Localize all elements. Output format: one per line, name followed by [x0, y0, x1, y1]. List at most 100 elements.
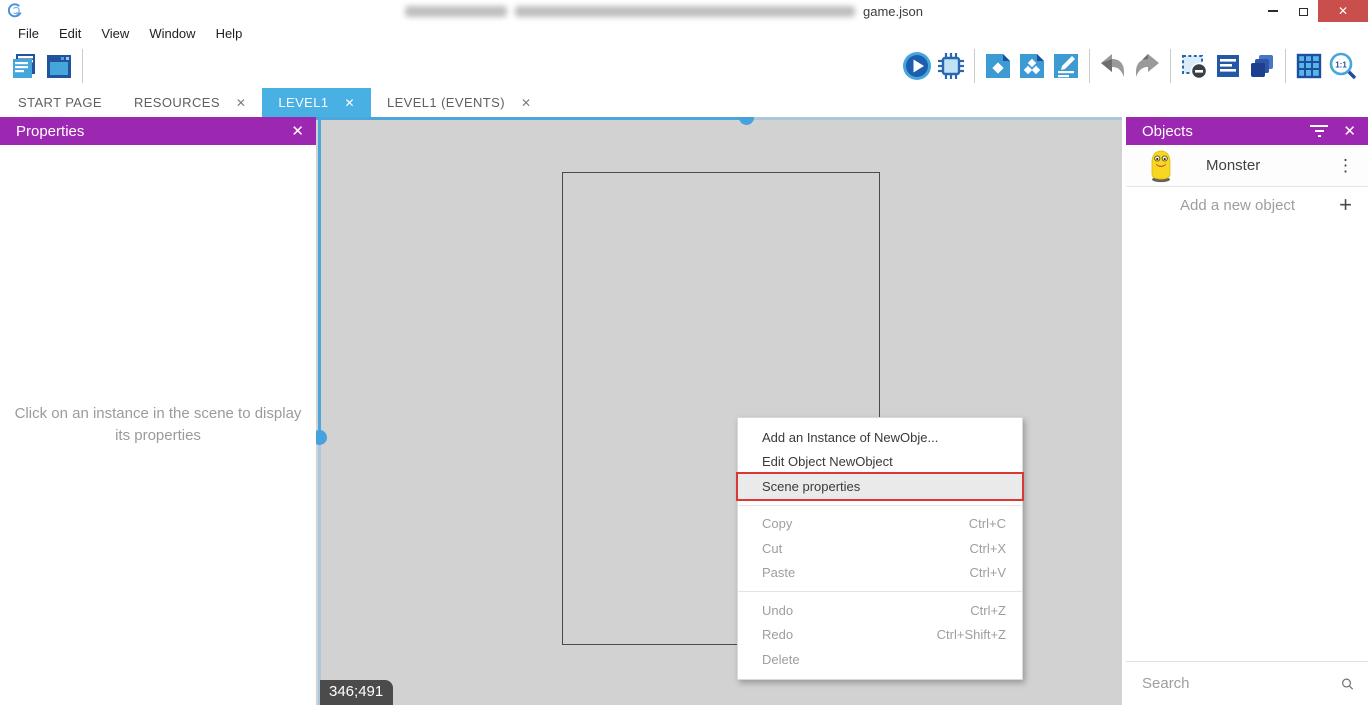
project-manager-button[interactable]: [8, 49, 42, 83]
objects-list-icon: [1213, 51, 1243, 81]
objects-panel-header: Objects ✕: [1126, 117, 1368, 145]
context-menu-separator: [738, 591, 1022, 592]
toolbar-separator: [1285, 49, 1286, 83]
project-manager-icon: [10, 51, 40, 81]
tab-resources[interactable]: RESOURCES ✕: [118, 88, 262, 117]
menu-bar: File Edit View Window Help: [0, 22, 1368, 44]
tab-close-icon[interactable]: ✕: [236, 96, 246, 110]
menu-window[interactable]: Window: [139, 26, 205, 41]
search-input[interactable]: [1142, 675, 1341, 692]
add-object-page-icon: [1017, 51, 1047, 81]
context-menu-delete[interactable]: Delete: [738, 647, 1022, 672]
context-menu-cut[interactable]: Cut Ctrl+X: [738, 536, 1022, 561]
grid-icon: [1294, 51, 1324, 81]
objects-panel: Objects ✕ Monster ⋮ Add a new object +: [1126, 117, 1368, 705]
filter-icon[interactable]: [1309, 125, 1329, 137]
restore-button[interactable]: [1288, 0, 1318, 22]
objects-search-bar: [1126, 661, 1368, 705]
context-menu-scene-properties[interactable]: Scene properties: [738, 474, 1022, 499]
search-icon[interactable]: [1341, 674, 1354, 694]
export-page-icon: [983, 51, 1013, 81]
properties-empty-message: Click on an instance in the scene to dis…: [13, 403, 303, 447]
context-menu-redo[interactable]: Redo Ctrl+Shift+Z: [738, 623, 1022, 648]
redo-icon: [1132, 51, 1162, 81]
play-button[interactable]: [900, 49, 934, 83]
object-name: Monster: [1206, 157, 1337, 174]
start-page-button[interactable]: [42, 49, 76, 83]
tab-close-icon[interactable]: ✕: [521, 96, 531, 110]
vertical-scrollbar-thumb[interactable]: [316, 430, 327, 445]
context-menu-add-instance[interactable]: Add an Instance of NewObje...: [738, 425, 1022, 450]
context-menu-edit-object[interactable]: Edit Object NewObject: [738, 450, 1022, 475]
context-menu-separator: [738, 505, 1022, 506]
undo-icon: [1098, 51, 1128, 81]
edit-scene-icon: [1051, 51, 1081, 81]
horizontal-scrollbar-thumb[interactable]: [739, 117, 754, 125]
toggle-mask-button[interactable]: [1177, 49, 1211, 83]
toolbar-separator: [82, 49, 83, 83]
shortcut-label: Ctrl+Z: [970, 603, 1006, 618]
redacted-title-segment: [405, 6, 507, 17]
debug-icon: [936, 51, 966, 81]
shortcut-label: Ctrl+V: [970, 565, 1006, 580]
context-menu-undo[interactable]: Undo Ctrl+Z: [738, 598, 1022, 623]
layers-icon: [1247, 51, 1277, 81]
object-list-item-monster[interactable]: Monster ⋮: [1126, 145, 1368, 187]
grid-button[interactable]: [1292, 49, 1326, 83]
cursor-coordinates: 346;491: [320, 680, 393, 705]
redo-button[interactable]: [1130, 49, 1164, 83]
context-menu-copy[interactable]: Copy Ctrl+C: [738, 512, 1022, 537]
menu-help[interactable]: Help: [206, 26, 253, 41]
context-menu-paste[interactable]: Paste Ctrl+V: [738, 561, 1022, 586]
more-options-icon[interactable]: ⋮: [1337, 156, 1354, 176]
tab-level1-events[interactable]: LEVEL1 (EVENTS) ✕: [371, 88, 547, 117]
close-icon: ✕: [1338, 4, 1348, 18]
start-page-icon: [44, 51, 74, 81]
shortcut-label: Ctrl+Shift+Z: [937, 627, 1006, 642]
redacted-title-segment: [515, 6, 855, 17]
layers-button[interactable]: [1245, 49, 1279, 83]
tab-level1[interactable]: LEVEL1 ✕: [262, 88, 371, 117]
edit-scene-properties-button[interactable]: [1049, 49, 1083, 83]
toolbar: 1:1: [0, 44, 1368, 88]
plus-icon[interactable]: +: [1339, 194, 1352, 216]
horizontal-scrollbar[interactable]: [316, 117, 1122, 120]
tab-close-icon[interactable]: ✕: [344, 96, 354, 110]
zoom-1-1-icon: 1:1: [1328, 51, 1358, 81]
properties-panel: Properties ✕ Click on an instance in the…: [0, 117, 316, 705]
objects-panel-title: Objects: [1142, 123, 1193, 140]
properties-panel-header: Properties ✕: [0, 117, 316, 145]
vertical-scrollbar[interactable]: [318, 117, 321, 705]
menu-view[interactable]: View: [91, 26, 139, 41]
close-window-button[interactable]: ✕: [1318, 0, 1368, 22]
toolbar-separator: [974, 49, 975, 83]
toolbar-separator: [1089, 49, 1090, 83]
scene-canvas[interactable]: 346;491 Add an Instance of NewObje... Ed…: [316, 117, 1122, 705]
toolbar-separator: [1170, 49, 1171, 83]
add-object-button[interactable]: [1015, 49, 1049, 83]
tab-start-page[interactable]: START PAGE: [2, 88, 118, 117]
close-panel-icon[interactable]: ✕: [1343, 122, 1356, 140]
minimize-icon: [1268, 10, 1278, 12]
monster-thumbnail-icon: [1148, 149, 1174, 183]
shortcut-label: Ctrl+X: [970, 541, 1006, 556]
objects-list-button[interactable]: [1211, 49, 1245, 83]
menu-file[interactable]: File: [8, 26, 49, 41]
toggle-mask-icon: [1179, 51, 1209, 81]
add-object-row[interactable]: Add a new object +: [1126, 187, 1368, 223]
zoom-1-1-button[interactable]: 1:1: [1326, 49, 1360, 83]
svg-text:1:1: 1:1: [1335, 61, 1347, 70]
window-title-filename: game.json: [863, 4, 923, 19]
export-button[interactable]: [981, 49, 1015, 83]
title-bar: game.json ✕: [0, 0, 1368, 22]
menu-edit[interactable]: Edit: [49, 26, 91, 41]
play-icon: [902, 51, 932, 81]
properties-panel-title: Properties: [16, 123, 84, 140]
window-title: game.json: [405, 0, 923, 22]
debug-button[interactable]: [934, 49, 968, 83]
minimize-button[interactable]: [1258, 0, 1288, 22]
editor-tabs: START PAGE RESOURCES ✕ LEVEL1 ✕ LEVEL1 (…: [0, 88, 1368, 117]
close-panel-icon[interactable]: ✕: [291, 122, 304, 140]
undo-button[interactable]: [1096, 49, 1130, 83]
add-object-label: Add a new object: [1180, 197, 1339, 214]
